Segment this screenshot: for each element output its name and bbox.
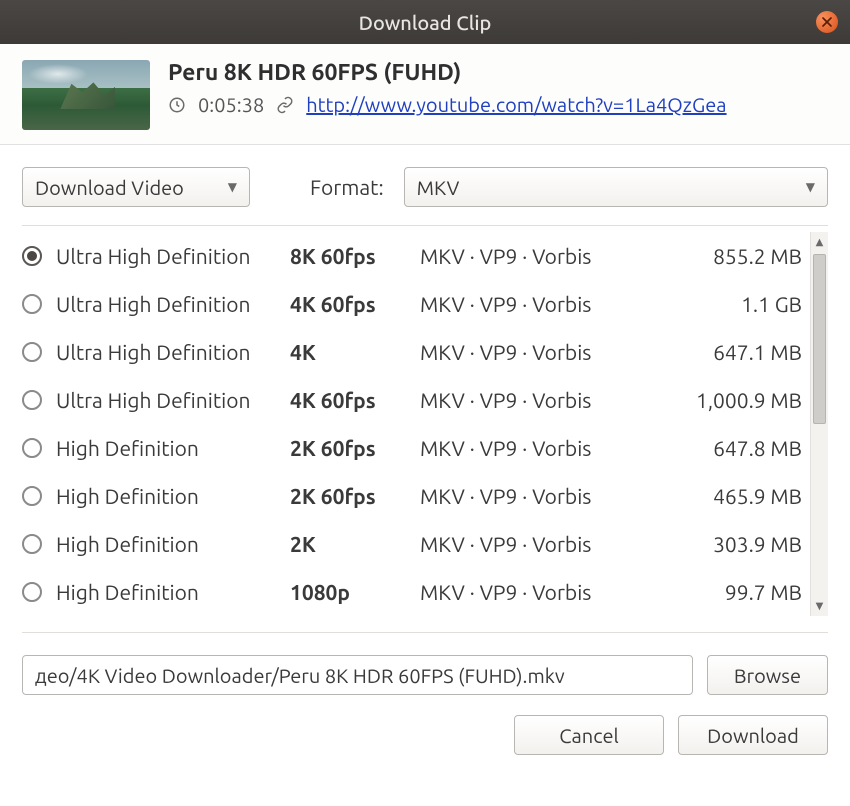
radio-button[interactable] xyxy=(22,582,42,602)
codec-info: MKV · VP9 · Vorbis xyxy=(420,580,676,604)
quality-option-row[interactable]: High Definition2KMKV · VP9 · Vorbis303.9… xyxy=(22,520,806,568)
quality-label: Ultra High Definition xyxy=(50,340,290,364)
file-size: 1.1 GB xyxy=(676,292,806,316)
quality-spec: 2K 60fps xyxy=(290,436,420,460)
quality-label: Ultra High Definition xyxy=(50,292,290,316)
output-path-input[interactable]: део/4K Video Downloader/Peru 8K HDR 60FP… xyxy=(22,655,693,695)
scrollbar[interactable]: ▲ ▼ xyxy=(810,232,828,616)
quality-label: High Definition xyxy=(50,436,290,460)
codec-info: MKV · VP9 · Vorbis xyxy=(420,292,676,316)
quality-label: High Definition xyxy=(50,532,290,556)
download-mode-value: Download Video xyxy=(35,176,184,199)
video-meta: Peru 8K HDR 60FPS (FUHD) 0:05:38 http://… xyxy=(168,60,828,116)
quality-spec: 4K 60fps xyxy=(290,388,420,412)
quality-option-row[interactable]: Ultra High Definition4K 60fpsMKV · VP9 ·… xyxy=(22,376,806,424)
quality-spec: 4K xyxy=(290,340,420,364)
quality-option-row[interactable]: High Definition2K 60fpsMKV · VP9 · Vorbi… xyxy=(22,472,806,520)
quality-spec: 2K xyxy=(290,532,420,556)
radio-button[interactable] xyxy=(22,534,42,554)
file-size: 465.9 MB xyxy=(676,484,806,508)
quality-spec: 8K 60fps xyxy=(290,244,420,268)
cancel-button[interactable]: Cancel xyxy=(514,715,664,755)
output-path-row: део/4K Video Downloader/Peru 8K HDR 60FP… xyxy=(22,655,828,695)
scroll-up-icon[interactable]: ▲ xyxy=(811,232,828,252)
format-dropdown[interactable]: MKV ▼ xyxy=(404,167,828,207)
radio-button[interactable] xyxy=(22,486,42,506)
window-title: Download Clip xyxy=(359,11,492,34)
format-value: MKV xyxy=(417,176,460,199)
download-mode-dropdown[interactable]: Download Video ▼ xyxy=(22,167,250,207)
file-size: 303.9 MB xyxy=(676,532,806,556)
quality-label: High Definition xyxy=(50,484,290,508)
quality-label: Ultra High Definition xyxy=(50,388,290,412)
quality-label: Ultra High Definition xyxy=(50,244,290,268)
chevron-down-icon: ▼ xyxy=(806,180,815,194)
download-button[interactable]: Download xyxy=(678,715,828,755)
divider xyxy=(22,225,828,226)
titlebar: Download Clip xyxy=(0,0,850,44)
video-header: Peru 8K HDR 60FPS (FUHD) 0:05:38 http://… xyxy=(0,44,850,145)
quality-label: High Definition xyxy=(50,580,290,604)
scroll-down-icon[interactable]: ▼ xyxy=(811,596,828,616)
chevron-down-icon: ▼ xyxy=(228,180,237,194)
quality-spec: 2K 60fps xyxy=(290,484,420,508)
quality-option-row[interactable]: High Definition2K 60fpsMKV · VP9 · Vorbi… xyxy=(22,424,806,472)
codec-info: MKV · VP9 · Vorbis xyxy=(420,484,676,508)
file-size: 855.2 MB xyxy=(676,244,806,268)
clock-icon xyxy=(168,96,186,114)
file-size: 99.7 MB xyxy=(676,580,806,604)
video-thumbnail xyxy=(22,60,150,130)
link-icon xyxy=(276,96,294,114)
video-url-link[interactable]: http://www.youtube.com/watch?v=1La4QzGea xyxy=(306,93,726,116)
radio-button[interactable] xyxy=(22,390,42,410)
radio-button[interactable] xyxy=(22,246,42,266)
video-title: Peru 8K HDR 60FPS (FUHD) xyxy=(168,60,828,85)
quality-option-row[interactable]: Ultra High Definition8K 60fpsMKV · VP9 ·… xyxy=(22,232,806,280)
quality-option-row[interactable]: Ultra High Definition4K 60fpsMKV · VP9 ·… xyxy=(22,280,806,328)
codec-info: MKV · VP9 · Vorbis xyxy=(420,244,676,268)
output-path-value: део/4K Video Downloader/Peru 8K HDR 60FP… xyxy=(35,664,565,687)
file-size: 647.8 MB xyxy=(676,436,806,460)
scrollbar-thumb[interactable] xyxy=(813,254,826,424)
quality-option-row[interactable]: High Definition1080pMKV · VP9 · Vorbis99… xyxy=(22,568,806,616)
close-icon[interactable] xyxy=(816,11,838,33)
codec-info: MKV · VP9 · Vorbis xyxy=(420,532,676,556)
file-size: 647.1 MB xyxy=(676,340,806,364)
dialog-footer: Cancel Download xyxy=(22,715,828,755)
codec-info: MKV · VP9 · Vorbis xyxy=(420,436,676,460)
quality-spec: 4K 60fps xyxy=(290,292,420,316)
divider xyxy=(22,632,828,633)
quality-option-row[interactable]: Ultra High Definition4KMKV · VP9 · Vorbi… xyxy=(22,328,806,376)
codec-info: MKV · VP9 · Vorbis xyxy=(420,388,676,412)
radio-button[interactable] xyxy=(22,438,42,458)
codec-info: MKV · VP9 · Vorbis xyxy=(420,340,676,364)
format-label: Format: xyxy=(310,175,384,199)
video-duration: 0:05:38 xyxy=(198,93,264,116)
file-size: 1,000.9 MB xyxy=(676,388,806,412)
radio-button[interactable] xyxy=(22,294,42,314)
controls-row: Download Video ▼ Format: MKV ▼ xyxy=(22,159,828,225)
browse-button[interactable]: Browse xyxy=(707,655,828,695)
quality-spec: 1080p xyxy=(290,580,420,604)
options-list: Ultra High Definition8K 60fpsMKV · VP9 ·… xyxy=(22,232,828,616)
radio-button[interactable] xyxy=(22,342,42,362)
